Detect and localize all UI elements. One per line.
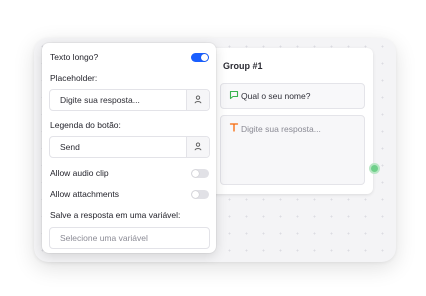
variable-button[interactable] <box>186 90 209 110</box>
button-label-label: Legenda do botão: <box>50 120 121 130</box>
text-t-icon <box>229 123 239 132</box>
audio-clip-toggle[interactable] <box>191 169 209 178</box>
connection-handle[interactable] <box>369 163 380 174</box>
button-label-value: Send <box>60 142 80 152</box>
question-block[interactable]: Qual o seu nome? <box>220 83 365 109</box>
settings-panel: Texto longo? Placeholder: Digite sua res… <box>42 43 216 253</box>
placeholder-label: Placeholder: <box>50 73 98 83</box>
question-block-text: Qual o seu nome? <box>241 91 311 101</box>
user-variable-icon <box>194 142 202 151</box>
attachments-toggle[interactable] <box>191 190 209 199</box>
chat-bubble-icon <box>229 90 239 100</box>
placeholder-field[interactable]: Digite sua resposta... <box>49 89 210 111</box>
long-text-label: Texto longo? <box>50 52 99 62</box>
user-variable-icon <box>194 95 202 104</box>
text-input-block-placeholder: Digite sua resposta... <box>241 124 321 134</box>
group-title: Group #1 <box>223 61 263 71</box>
attachments-label: Allow attachments <box>50 189 119 199</box>
group-card[interactable]: Group #1 Qual o seu nome? Digite sua res… <box>209 48 373 194</box>
long-text-toggle[interactable] <box>191 53 209 62</box>
audio-clip-label: Allow audio clip <box>50 168 109 178</box>
text-input-block[interactable]: Digite sua resposta... <box>220 115 365 185</box>
save-variable-label: Salve a resposta em uma variável: <box>50 210 181 220</box>
variable-select-placeholder: Selecione uma variável <box>60 233 148 243</box>
variable-select[interactable]: Selecione uma variável <box>49 227 210 249</box>
button-label-field[interactable]: Send <box>49 136 210 158</box>
variable-button[interactable] <box>186 137 209 157</box>
placeholder-value: Digite sua resposta... <box>60 95 140 105</box>
